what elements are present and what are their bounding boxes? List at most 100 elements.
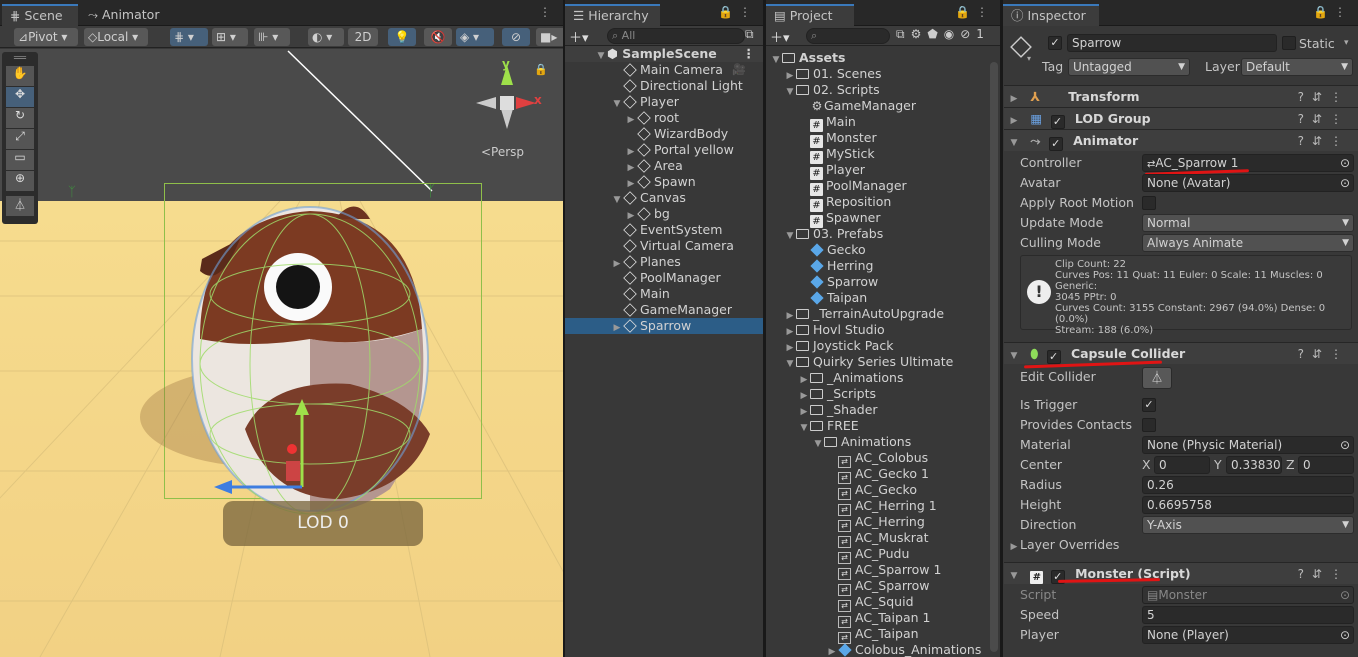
apply-root-motion-checkbox[interactable]: [1142, 196, 1156, 210]
object-active-checkbox[interactable]: ✓: [1048, 36, 1062, 50]
project-item[interactable]: ⇄ AC_Gecko: [766, 482, 1000, 500]
static-dropdown-icon[interactable]: ▾: [1344, 38, 1349, 48]
tab-project[interactable]: ▤ Project: [766, 4, 854, 26]
2d-toggle[interactable]: 2D: [348, 28, 378, 46]
tag-dropdown[interactable]: Untagged ▼: [1068, 58, 1190, 76]
edit-collider-button[interactable]: ⏃: [1142, 367, 1172, 389]
transform-component-header[interactable]: ▶ ⅄ Transform ?⇵⋮: [1004, 85, 1358, 107]
capsule-collider-header[interactable]: ▼ ⬮ ✓ Capsule Collider ?⇵⋮: [1004, 342, 1358, 364]
project-item[interactable]: ⇄ AC_Herring: [766, 514, 1000, 532]
hierarchy-item[interactable]: ▶ Area: [565, 158, 763, 174]
hierarchy-item[interactable]: ▼ Player: [565, 94, 763, 110]
hand-tool-icon[interactable]: ✋: [6, 66, 34, 86]
hierarchy-item[interactable]: ▶ Portal yellow: [565, 142, 763, 158]
hierarchy-item[interactable]: PoolManager: [565, 270, 763, 286]
project-item[interactable]: # Spawner: [766, 210, 1000, 228]
project-item[interactable]: ⇄ AC_Muskrat: [766, 530, 1000, 548]
project-item[interactable]: ▶ Hovl Studio: [766, 322, 1000, 338]
camera-dropdown[interactable]: ■▸: [536, 28, 563, 46]
custom-tool-icon[interactable]: ⏃: [6, 196, 34, 216]
culling-mode-dropdown[interactable]: Always Animate ▼: [1142, 234, 1354, 252]
project-item[interactable]: # Monster: [766, 130, 1000, 148]
project-item[interactable]: ⇄ AC_Sparrow 1: [766, 562, 1000, 580]
project-item[interactable]: ▶ 01. Scenes: [766, 66, 1000, 82]
radius-field[interactable]: 0.26: [1142, 476, 1354, 494]
project-item[interactable]: ⇄ AC_Colobus: [766, 450, 1000, 468]
lod-group-checkbox[interactable]: ✓: [1050, 115, 1065, 129]
object-picker-icon[interactable]: ⊙: [1340, 175, 1350, 191]
scene-row[interactable]: ▼ ⬢ SampleScene ⋮: [565, 46, 763, 62]
object-picker-icon[interactable]: ⊙: [1340, 437, 1350, 453]
hierarchy-item[interactable]: ▶ bg: [565, 206, 763, 222]
object-picker-icon[interactable]: ⊙: [1340, 627, 1350, 643]
object-icon-dropdown[interactable]: ▾: [1027, 54, 1031, 63]
hierarchy-item[interactable]: ▶ Spawn: [565, 174, 763, 190]
foldout-arrow[interactable]: ▶: [611, 320, 623, 336]
project-item[interactable]: ▶ _Animations: [766, 370, 1000, 386]
tab-inspector[interactable]: ⓘ Inspector: [1003, 4, 1099, 26]
speed-field[interactable]: 5: [1142, 606, 1354, 624]
layer-overrides-foldout[interactable]: ▶ Layer Overrides: [1008, 535, 1358, 555]
height-field[interactable]: 0.6695758: [1142, 496, 1354, 514]
tab-hierarchy[interactable]: ☰ Hierarchy: [565, 4, 660, 26]
hierarchy-item[interactable]: ▶ Planes: [565, 254, 763, 270]
hierarchy-lock-icon[interactable]: 🔒⋮: [718, 5, 757, 19]
rect-tool-icon[interactable]: ▭: [6, 150, 34, 170]
project-item[interactable]: ▶ _Shader: [766, 402, 1000, 418]
project-item[interactable]: # Main: [766, 114, 1000, 132]
hierarchy-item[interactable]: GameManager: [565, 302, 763, 318]
project-item[interactable]: ▼ 02. Scripts: [766, 82, 1000, 98]
hierarchy-item[interactable]: ▼ Canvas: [565, 190, 763, 206]
ruler-button[interactable]: ⊪ ▾: [254, 28, 290, 46]
project-item[interactable]: # Player: [766, 162, 1000, 180]
more-options-icon[interactable]: ⋮: [539, 5, 557, 19]
hierarchy-item[interactable]: Main: [565, 286, 763, 302]
hierarchy-item[interactable]: Directional Light: [565, 78, 763, 94]
center-y-field[interactable]: 0.33830: [1226, 456, 1282, 474]
component-menu-icons[interactable]: ?⇵⋮: [1298, 86, 1350, 108]
audio-toggle[interactable]: 🔇: [424, 28, 452, 46]
hierarchy-item[interactable]: Virtual Camera: [565, 238, 763, 254]
project-item[interactable]: ⇄ AC_Gecko 1: [766, 466, 1000, 484]
effects-dropdown[interactable]: ◈ ▾: [456, 28, 494, 46]
scale-tool-icon[interactable]: ⤢: [6, 129, 34, 149]
lock-icon[interactable]: 🔒: [534, 63, 548, 76]
project-item[interactable]: ⇄ AC_Herring 1: [766, 498, 1000, 516]
animator-checkbox[interactable]: ✓: [1048, 137, 1063, 151]
move-tool-icon[interactable]: ✥: [6, 87, 34, 107]
project-create-button[interactable]: ＋▾: [770, 27, 790, 46]
project-item[interactable]: # MyStick: [766, 146, 1000, 164]
project-item[interactable]: ▼ Assets: [766, 50, 1000, 66]
animator-component-header[interactable]: ▼ ⤳ ✓ Animator ?⇵⋮: [1004, 129, 1358, 151]
persp-label[interactable]: <Persp: [481, 145, 524, 159]
capsule-collider-checkbox[interactable]: ✓: [1046, 350, 1061, 364]
component-menu-icons[interactable]: ?⇵⋮: [1298, 130, 1350, 152]
provides-contacts-checkbox[interactable]: [1142, 418, 1156, 432]
static-checkbox[interactable]: [1282, 36, 1296, 50]
hierarchy-item[interactable]: EventSystem: [565, 222, 763, 238]
is-trigger-checkbox[interactable]: ✓: [1142, 398, 1156, 412]
project-item[interactable]: ⇄ AC_Squid: [766, 594, 1000, 612]
lod-group-component-header[interactable]: ▶ ▦ ✓ LOD Group ?⇵⋮: [1004, 107, 1358, 129]
avatar-field[interactable]: None (Avatar) ⊙: [1142, 174, 1354, 192]
project-item[interactable]: ⚙ GameManager: [766, 98, 1000, 114]
foldout-arrow[interactable]: ▶: [826, 644, 838, 657]
project-item[interactable]: ▼ Animations: [766, 434, 1000, 450]
player-field[interactable]: None (Player) ⊙: [1142, 626, 1354, 644]
direction-dropdown[interactable]: Y-Axis ▼: [1142, 516, 1354, 534]
project-item[interactable]: Taipan: [766, 290, 1000, 306]
tab-scene[interactable]: ⋕ Scene: [2, 4, 78, 26]
project-item[interactable]: ⇄ AC_Sparrow: [766, 578, 1000, 596]
project-item[interactable]: ▶ Joystick Pack: [766, 338, 1000, 354]
project-item[interactable]: # PoolManager: [766, 178, 1000, 196]
project-item[interactable]: ▶ _Scripts: [766, 386, 1000, 402]
visibility-toggle[interactable]: ⊘: [502, 28, 530, 46]
project-item[interactable]: Gecko: [766, 242, 1000, 258]
material-field[interactable]: None (Physic Material) ⊙: [1142, 436, 1354, 454]
hierarchy-item[interactable]: WizardBody: [565, 126, 763, 142]
grid-snap-button[interactable]: ⋕ ▾: [170, 28, 208, 46]
project-item[interactable]: ⇄ AC_Pudu: [766, 546, 1000, 564]
scene-viewport[interactable]: ᛉ ᛉ LOD 0 y x 🔒 <Persp ══ ✋ ✥ ↻ ⤢ ▭ ⊕ ⏃: [0, 49, 563, 657]
component-menu-icons[interactable]: ?⇵⋮: [1298, 108, 1350, 130]
project-lock-icon[interactable]: 🔒⋮: [955, 5, 994, 19]
